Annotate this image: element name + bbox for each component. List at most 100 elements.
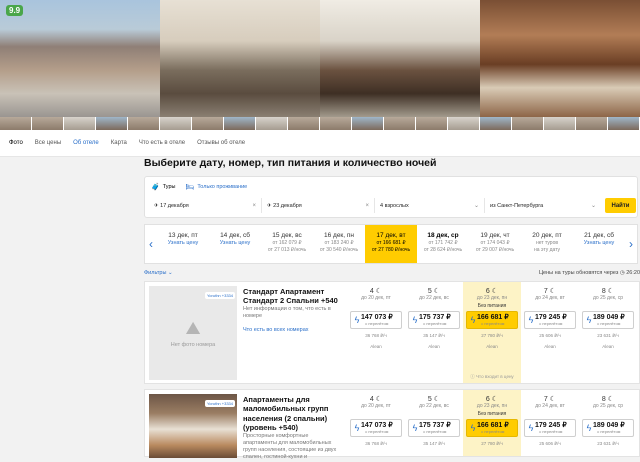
price-button[interactable]: ϟ 166 681 ₽ с перелётом <box>466 419 518 437</box>
operator-name: Alean <box>370 344 382 349</box>
thumbnail[interactable] <box>384 117 416 130</box>
date-l: Узнать цену <box>219 240 251 247</box>
thumbnail[interactable] <box>448 117 480 130</box>
mode-stay-only[interactable]: 🛏 Только проживание <box>185 183 247 191</box>
price-button[interactable]: ϟ 179 245 ₽ с перелётом <box>524 311 576 329</box>
thumbnail[interactable] <box>160 117 192 130</box>
tab-reviews[interactable]: Отзывы об отеле <box>197 140 245 146</box>
moon-icon: ☾ <box>549 288 557 295</box>
meal-label: Без питания <box>477 303 507 309</box>
thumbnail[interactable] <box>224 117 256 130</box>
thumbnail[interactable] <box>608 117 640 130</box>
price-value: 189 049 ₽ <box>593 422 625 429</box>
price-sub: с перелётом <box>597 429 621 434</box>
price-button[interactable]: ϟ 147 073 ₽ с перелётом <box>350 311 402 329</box>
price-button[interactable]: ϟ 166 681 ₽ с перелётом <box>466 311 518 329</box>
date-option[interactable]: 15 дек, вс от 162 079 ₽ от 27 013 ₽/ночь <box>261 225 313 263</box>
hotel-photo-restaurant[interactable] <box>480 0 640 117</box>
lightning-icon: ϟ <box>412 423 418 433</box>
date-to-field[interactable]: ✈ 23 декабря × <box>262 198 375 213</box>
hotel-photo-exterior[interactable] <box>0 0 160 117</box>
room-badge: Yoruthn +3334 <box>205 400 235 407</box>
price-sub: с перелётом <box>597 321 621 326</box>
date-d: 15 дек, вс <box>272 232 302 239</box>
date-option[interactable]: 16 дек, пн от 183 240 ₽ от 30 540 ₽/ночь <box>313 225 365 263</box>
thumbnail[interactable] <box>480 117 512 130</box>
tab-map[interactable]: Карта <box>111 140 127 146</box>
price-column: 8 ☾ до 25 дек, ср ϟ 189 049 ₽ с перелётом 23 … <box>579 390 637 456</box>
photo-thumbnails[interactable] <box>0 117 640 130</box>
price-per-night: 36 768 ₽/ч <box>365 441 387 446</box>
hotel-photo-living-room[interactable] <box>160 0 320 117</box>
meal-label <box>347 411 405 418</box>
moon-icon: ☾ <box>491 396 499 403</box>
date-option[interactable]: 18 дек, ср от 171 742 ₽ от 28 624 ₽/ночь <box>417 225 469 263</box>
price-button[interactable]: ϟ 175 737 ₽ с перелётом <box>408 311 460 329</box>
meal-label <box>405 411 463 418</box>
thumbnail[interactable] <box>352 117 384 130</box>
tab-all-prices[interactable]: Все цены <box>35 140 61 146</box>
mode-tours[interactable]: 🧳 Туры <box>151 183 175 191</box>
thumbnail[interactable] <box>576 117 608 130</box>
find-button[interactable]: Найти <box>605 198 636 213</box>
price-button[interactable]: ϟ 179 245 ₽ с перелётом <box>524 419 576 437</box>
meal-label <box>521 411 579 418</box>
tab-about[interactable]: Об отеле <box>73 140 99 146</box>
price-value: 166 681 ₽ <box>477 314 509 321</box>
room-title[interactable]: Апартаменты для маломобильных групп насе… <box>243 395 343 433</box>
thumbnail[interactable] <box>96 117 128 130</box>
thumbnail[interactable] <box>128 117 160 130</box>
price-button[interactable]: ϟ 189 049 ₽ с перелётом <box>582 419 634 437</box>
price-value: 166 681 ₽ <box>477 422 509 429</box>
thumbnail[interactable] <box>64 117 96 130</box>
stay-end-date: до 23 дек, пн <box>476 295 508 301</box>
moon-icon: ☾ <box>433 288 441 295</box>
date-option[interactable]: 13 дек, пт Узнать цену <box>157 225 209 263</box>
price-per-night: 23 631 ₽/ч <box>597 441 619 446</box>
chevron-right-icon[interactable]: › <box>625 225 637 263</box>
thumbnail[interactable] <box>256 117 288 130</box>
thumbnail[interactable] <box>0 117 32 130</box>
tab-amenities[interactable]: Что есть в отеле <box>139 140 185 146</box>
thumbnail[interactable] <box>416 117 448 130</box>
thumbnail[interactable] <box>192 117 224 130</box>
price-value: 179 245 ₽ <box>535 422 567 429</box>
clear-icon[interactable]: × <box>252 203 256 209</box>
amenities-link[interactable]: Что есть во всех номерах <box>243 327 309 333</box>
departure-field[interactable]: из Санкт-Петербурга ⌄ <box>485 198 601 213</box>
clear-icon[interactable]: × <box>365 203 369 209</box>
guests-field[interactable]: 4 взрослых ⌄ <box>375 198 485 213</box>
room-photo-placeholder[interactable]: ⛰ Нет фото номера Yoruthn +3334 <box>149 286 237 380</box>
date-option[interactable]: 14 дек, сб Узнать цену <box>209 225 261 263</box>
date-option[interactable]: 17 дек, вт от 166 681 ₽ от 27 780 ₽/ночь <box>365 225 417 263</box>
thumbnail[interactable] <box>320 117 352 130</box>
room-title[interactable]: Стандарт Апартамент Стандарт 2 Спальни +… <box>243 287 343 306</box>
date-from-field[interactable]: ✈ 17 декабря × <box>149 198 262 213</box>
thumbnail[interactable] <box>32 117 64 130</box>
thumbnail[interactable] <box>512 117 544 130</box>
date-option[interactable]: 20 дек, пт нет туров на эту дату <box>521 225 573 263</box>
room-photo[interactable]: Yoruthn +3334 <box>149 394 237 458</box>
photo-gallery[interactable]: 9.9 <box>0 0 640 117</box>
date-option[interactable]: 21 дек, сб Узнать цену <box>573 225 625 263</box>
thumbnail[interactable] <box>544 117 576 130</box>
thumbnail[interactable] <box>288 117 320 130</box>
price-update-note: Цены на туры обновятся через ◷ 26:20 <box>539 270 640 276</box>
operator-name: Alean <box>428 344 440 349</box>
chevron-left-icon[interactable]: ‹ <box>145 225 157 263</box>
filters-row: Фильтры ⌄ Цены на туры обновятся через ◷… <box>144 268 640 278</box>
moon-icon: ☾ <box>607 288 615 295</box>
price-button[interactable]: ϟ 147 073 ₽ с перелётом <box>350 419 402 437</box>
date-d: 16 дек, пн <box>323 232 354 239</box>
date-option[interactable]: 19 дек, чт от 174 043 ₽ от 29 007 ₽/ночь <box>469 225 521 263</box>
stay-end-date: до 25 дек, ср <box>593 295 623 301</box>
price-button[interactable]: ϟ 175 737 ₽ с перелётом <box>408 419 460 437</box>
filters-toggle[interactable]: Фильтры ⌄ <box>144 270 173 276</box>
nights-count: 8 <box>601 396 606 403</box>
date-d: 20 дек, пт <box>532 232 562 239</box>
tab-photo[interactable]: Фото <box>9 140 23 146</box>
nights-count: 6 <box>485 396 490 403</box>
price-button[interactable]: ϟ 189 049 ₽ с перелётом <box>582 311 634 329</box>
hotel-photo-kitchen[interactable] <box>320 0 480 117</box>
included-link[interactable]: ⓘ Что входит в цену <box>463 374 521 380</box>
